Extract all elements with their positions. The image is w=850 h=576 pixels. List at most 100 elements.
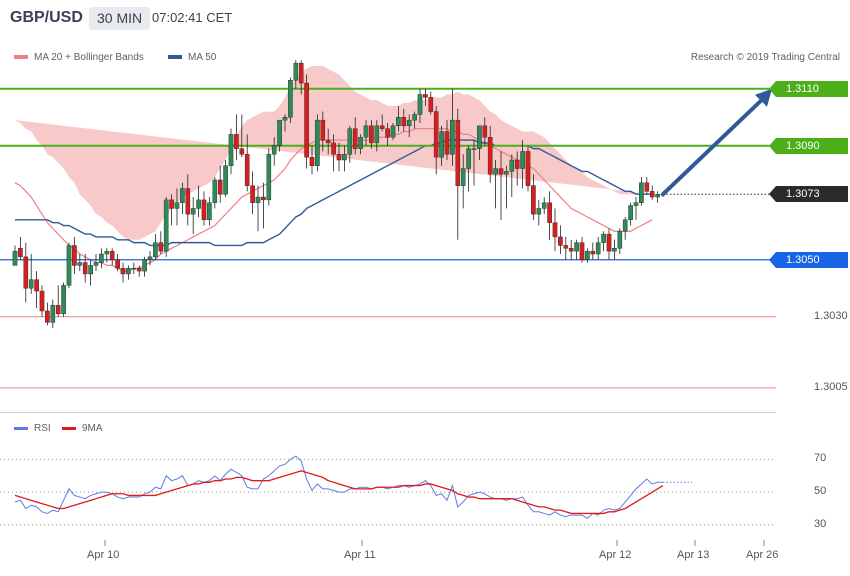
candle-body <box>217 179 223 195</box>
candle-body <box>385 128 390 138</box>
rsi-ma-swatch <box>62 426 76 430</box>
candle-body <box>590 250 596 255</box>
candle-body <box>207 202 212 221</box>
candle-body <box>369 125 374 144</box>
candle-body <box>309 156 315 166</box>
current-price-tag: 1.3073 <box>769 186 848 203</box>
x-axis-label-0: Apr 10 <box>87 549 120 561</box>
candle-body <box>466 148 471 169</box>
candle-body <box>88 265 93 275</box>
rsi-axis-label-2: 30 <box>814 517 827 530</box>
candle-body <box>147 256 153 260</box>
candle-body <box>277 119 282 146</box>
candle-body <box>531 185 536 215</box>
candle-body <box>136 268 142 272</box>
candle-body <box>336 154 342 161</box>
candle-body <box>93 262 99 266</box>
tag-pointer <box>769 251 776 268</box>
candle-body <box>374 125 380 144</box>
candle-body <box>498 168 504 175</box>
candle-body <box>423 94 428 98</box>
rsi-legend-label: RSI <box>34 423 51 434</box>
candle-body <box>504 171 509 175</box>
x-axis-label-1: Apr 11 <box>344 549 376 561</box>
rsi-swatch <box>14 426 28 430</box>
candle-body <box>126 268 131 275</box>
candle-body <box>487 137 493 175</box>
candle-body <box>228 134 234 166</box>
candle-body <box>595 242 601 255</box>
candle-body <box>104 250 110 255</box>
candle-body <box>363 125 369 138</box>
rsi-line <box>14 455 663 519</box>
candle-body <box>244 154 250 186</box>
rsi-ma-legend-label: 9MA <box>82 423 103 434</box>
candle-body <box>72 245 77 266</box>
candle-body <box>325 139 331 144</box>
candle-body <box>439 131 444 158</box>
candle-body <box>169 199 174 209</box>
candle-body <box>331 142 336 155</box>
candle-body <box>298 62 304 84</box>
candle-body <box>39 290 45 312</box>
candle-body <box>261 196 266 201</box>
candle-body <box>396 117 401 127</box>
x-axis-label-2: Apr 12 <box>599 549 632 561</box>
candle-body <box>34 279 39 292</box>
tag-pointer <box>769 137 776 154</box>
candle-body <box>574 242 579 252</box>
candle-body <box>77 262 83 266</box>
candle-body <box>644 182 650 192</box>
candle-body <box>196 199 201 209</box>
candle-body <box>401 117 407 127</box>
candle-body <box>50 305 56 323</box>
candle-body <box>639 182 644 203</box>
x-axis-label-4: Apr 26 <box>746 549 779 561</box>
candle-body <box>520 151 525 169</box>
candle-body <box>601 233 606 243</box>
candle-body <box>568 248 574 252</box>
candle-body <box>390 125 396 138</box>
candle-body <box>433 111 439 158</box>
candle-body <box>417 94 423 115</box>
candle-body <box>250 185 255 203</box>
candle-body <box>45 310 50 323</box>
candle-body <box>444 131 450 155</box>
candle-body <box>158 242 164 252</box>
legend-rsi: RSI <box>14 423 51 434</box>
candle-body <box>99 253 104 263</box>
candle-body <box>428 97 434 112</box>
candle-body <box>406 119 412 127</box>
candle-body <box>239 148 245 155</box>
candle-body <box>66 245 72 286</box>
candle-body <box>450 119 455 155</box>
support-tag: 1.3050 <box>769 251 848 268</box>
legend-rsi-ma: 9MA <box>62 423 103 434</box>
candle-body <box>379 125 385 129</box>
candle-body <box>649 191 655 198</box>
candle-body <box>304 82 309 158</box>
candle-body <box>266 154 272 201</box>
candle-body <box>514 159 520 169</box>
candle-body <box>633 202 639 206</box>
candle-body <box>142 259 147 272</box>
candle-body <box>655 193 660 198</box>
pane-separator <box>0 412 776 413</box>
price-chart[interactable] <box>0 0 850 576</box>
rsi-axis-label-0: 70 <box>814 452 827 465</box>
candle-body <box>606 233 612 252</box>
candle-body <box>185 188 191 215</box>
candle-body <box>23 256 29 289</box>
level-label-1: 1.3030 <box>814 309 848 322</box>
rsi-axis-label-1: 50 <box>814 485 827 498</box>
candle-body <box>315 119 320 166</box>
candle-body <box>563 245 569 249</box>
candle-body <box>18 248 23 258</box>
candle-body <box>612 248 617 252</box>
candle-body <box>282 117 288 121</box>
candle-body <box>509 159 515 172</box>
candle-body <box>234 134 239 149</box>
candle-body <box>109 250 115 260</box>
tag-pointer <box>769 80 776 97</box>
candle-body <box>190 208 196 215</box>
